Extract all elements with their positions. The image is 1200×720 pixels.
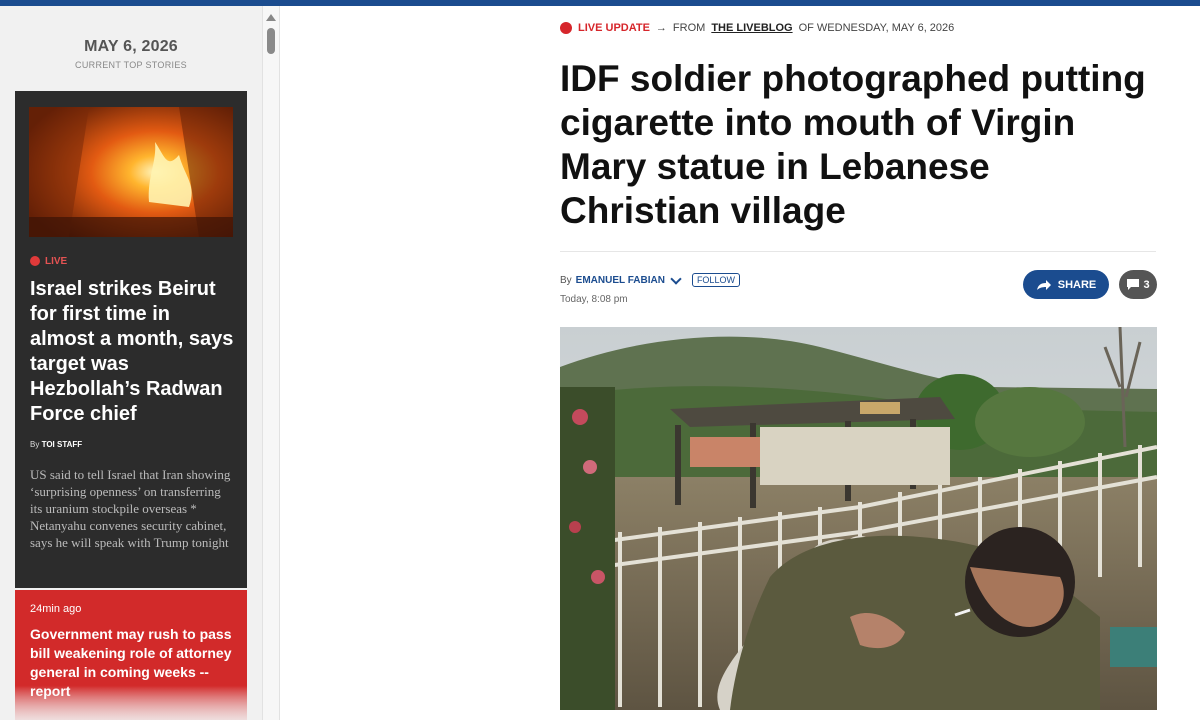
- article-date: Today, 8:08 pm: [560, 294, 628, 305]
- kicker-date: OF WEDNESDAY, MAY 6, 2026: [798, 22, 955, 34]
- follow-button[interactable]: FOLLOW: [691, 273, 740, 287]
- live-update-label: LIVE UPDATE: [578, 22, 650, 34]
- share-button[interactable]: SHARE: [1023, 270, 1109, 299]
- chevron-down-icon[interactable]: [670, 272, 682, 285]
- featured-story-description: US said to tell Israel that Iran showing…: [30, 467, 231, 550]
- featured-story-byline: By TOI STAFF: [30, 440, 82, 449]
- top-stories-sidebar: MAY 6, 2026 CURRENT TOP STORIES LIVE Isr…: [0, 6, 262, 720]
- byline-prefix: By: [30, 440, 40, 449]
- sidebar-subtitle: CURRENT TOP STORIES: [75, 60, 187, 70]
- author-link[interactable]: EMANUEL FABIAN: [576, 275, 665, 286]
- scroll-up-arrow-icon[interactable]: [266, 14, 276, 21]
- byline-prefix: By: [560, 274, 572, 286]
- article-headline: IDF soldier photographed putting cigaret…: [560, 58, 1146, 231]
- live-dot-icon: [560, 22, 572, 34]
- article-kicker: LIVE UPDATE → FROM THE LIVEBLOG OF WEDNE…: [560, 20, 954, 36]
- scroll-thumb[interactable]: [267, 28, 275, 54]
- article-photo[interactable]: [560, 327, 1157, 710]
- article-byline: By EMANUEL FABIAN FOLLOW: [560, 272, 740, 287]
- sidebar-scrollbar[interactable]: [262, 6, 280, 720]
- byline-author[interactable]: TOI STAFF: [42, 440, 83, 449]
- kicker-from: FROM: [672, 22, 706, 34]
- featured-story-title[interactable]: Israel strikes Beirut for first time in …: [30, 277, 236, 427]
- comment-count: 3: [1143, 278, 1150, 291]
- liveblog-link[interactable]: THE LIVEBLOG: [711, 22, 792, 34]
- sidebar-date: MAY 6, 2026: [84, 38, 178, 55]
- comments-button[interactable]: 3: [1119, 270, 1157, 299]
- headline-divider: [560, 251, 1156, 252]
- live-dot-icon: [30, 256, 40, 266]
- sidebar-fade: [0, 686, 262, 720]
- featured-story-card[interactable]: LIVE Israel strikes Beirut for first tim…: [15, 91, 247, 588]
- featured-story-image[interactable]: [29, 107, 233, 237]
- kicker-arrow: →: [655, 22, 667, 34]
- share-label: SHARE: [1057, 278, 1097, 291]
- featured-live-indicator: LIVE: [30, 254, 67, 268]
- share-arrow-icon: [1036, 279, 1051, 290]
- live-label: LIVE: [45, 255, 68, 267]
- next-story-time: 24min ago: [30, 603, 82, 615]
- comment-bubble-icon: [1127, 279, 1140, 290]
